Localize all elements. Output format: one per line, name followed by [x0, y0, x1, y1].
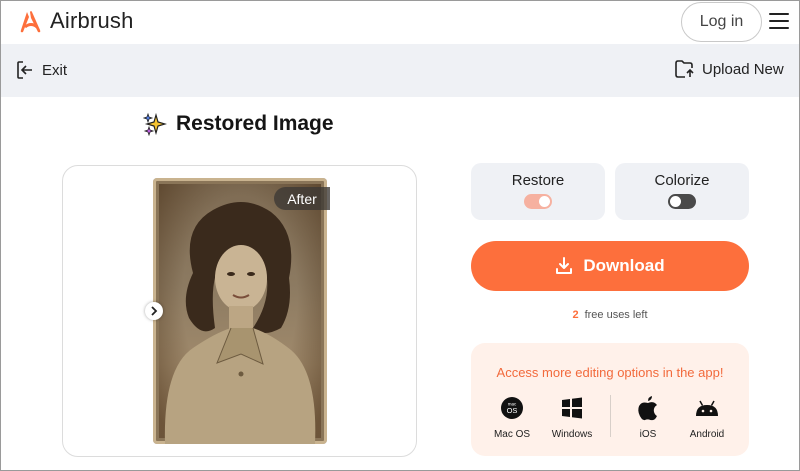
- hamburger-menu-icon[interactable]: [769, 13, 789, 31]
- airbrush-logo-icon[interactable]: [18, 10, 44, 34]
- upload-new-label: Upload New: [702, 60, 784, 78]
- top-header: Airbrush Log in: [0, 0, 800, 44]
- exit-button[interactable]: Exit: [17, 61, 67, 79]
- brand-name[interactable]: Airbrush: [50, 8, 134, 34]
- chevron-right-icon: [151, 306, 158, 316]
- platform-android-label: Android: [689, 429, 725, 440]
- after-badge: After: [274, 187, 330, 210]
- promo-title: Access more editing options in the app!: [496, 365, 724, 380]
- platform-windows[interactable]: Windows: [542, 395, 602, 440]
- platform-macos-label: Mac OS: [493, 429, 531, 440]
- restored-photo: [153, 178, 327, 444]
- free-uses-text: 2 free uses left: [471, 309, 749, 321]
- colorize-label: Colorize: [654, 172, 710, 189]
- platform-macos[interactable]: mac OS Mac OS: [482, 395, 542, 440]
- restore-toggle[interactable]: [524, 194, 552, 209]
- editor-toolbar: Exit Upload New: [0, 44, 800, 97]
- platform-ios[interactable]: iOS: [618, 395, 678, 440]
- exit-label: Exit: [42, 61, 68, 79]
- windows-icon: [562, 397, 582, 419]
- page-title-group: Restored Image: [143, 112, 334, 136]
- app-promo-card: Access more editing options in the app! …: [471, 343, 749, 456]
- apple-icon: [638, 396, 657, 421]
- promo-divider: [610, 395, 611, 437]
- restore-label: Restore: [511, 172, 565, 189]
- restore-option-card[interactable]: Restore: [471, 163, 605, 220]
- platform-windows-label: Windows: [551, 429, 593, 440]
- free-uses-count: 2: [572, 309, 579, 321]
- platform-android[interactable]: Android: [677, 395, 737, 440]
- download-icon: [556, 257, 573, 274]
- image-preview-card: [62, 165, 417, 457]
- folder-upload-icon: [675, 60, 694, 78]
- android-icon: [696, 400, 718, 416]
- download-label: Download: [583, 256, 665, 275]
- svg-text:OS: OS: [507, 406, 518, 415]
- download-button[interactable]: Download: [471, 241, 749, 291]
- platform-ios-label: iOS: [639, 429, 657, 440]
- free-uses-label: free uses left: [584, 309, 648, 321]
- compare-slider-handle[interactable]: [145, 302, 163, 320]
- macos-icon: mac OS: [501, 397, 523, 419]
- colorize-toggle[interactable]: [668, 194, 696, 209]
- page-title: Restored Image: [176, 112, 334, 135]
- colorize-option-card[interactable]: Colorize: [615, 163, 749, 220]
- login-button[interactable]: Log in: [681, 2, 762, 42]
- exit-icon: [17, 61, 32, 79]
- upload-new-button[interactable]: Upload New: [675, 60, 784, 78]
- sparkles-icon: [143, 112, 167, 136]
